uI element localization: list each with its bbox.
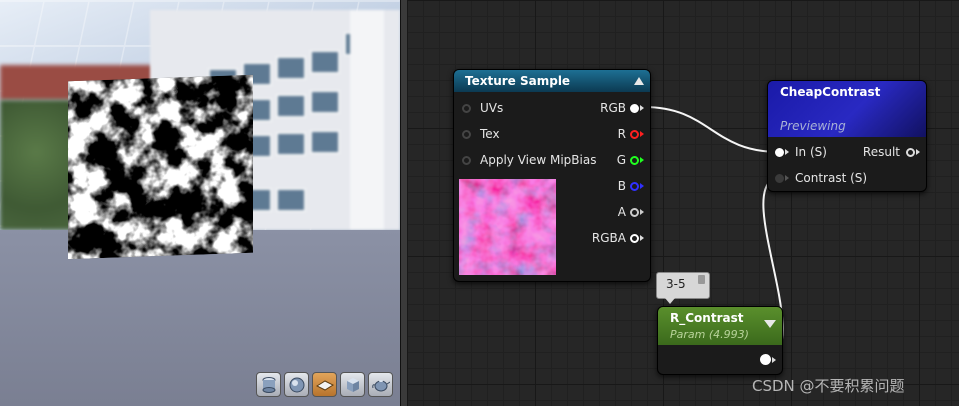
pin-label: Tex (480, 127, 500, 141)
texture-sample-header[interactable]: Texture Sample (454, 70, 650, 92)
texture-sample-title: Texture Sample (465, 74, 571, 88)
input-pin-tex[interactable]: Tex (462, 127, 500, 141)
cube-preview-button[interactable] (340, 372, 365, 397)
watermark: CSDN @不要积累问题 (752, 377, 905, 395)
pin-icon[interactable] (630, 129, 639, 139)
comment-pin-icon[interactable] (698, 275, 705, 284)
pin-label: R (617, 127, 626, 141)
plane-icon (315, 379, 334, 391)
output-pin-b[interactable]: B (618, 179, 644, 193)
pin-icon[interactable] (462, 155, 471, 165)
pin-label: RGBA (591, 231, 626, 245)
pin-icon[interactable] (630, 181, 639, 191)
pin-icon[interactable] (775, 147, 784, 157)
pin-label: Apply View MipBias (480, 153, 597, 167)
pin-label: A (617, 205, 626, 219)
pin-label: B (617, 179, 626, 193)
collapse-triangle-icon[interactable] (764, 320, 776, 328)
preview-shape-toolbar (256, 372, 393, 397)
cylinder-icon (262, 376, 275, 393)
r-contrast-title: R_Contrast (670, 311, 744, 325)
output-pin-r[interactable]: R (618, 127, 644, 141)
plane-preview-button[interactable] (312, 372, 337, 397)
collapse-triangle-icon[interactable] (634, 77, 644, 85)
input-pin-uvs[interactable]: UVs (462, 101, 503, 115)
texture-thumbnail (459, 179, 556, 275)
pin-label: UVs (480, 101, 504, 115)
output-pin-a[interactable]: A (618, 205, 644, 219)
previewing-label: Previewing (780, 119, 846, 133)
pin-icon[interactable] (630, 103, 639, 113)
pin-icon[interactable] (630, 155, 639, 165)
pin-icon[interactable] (630, 207, 639, 217)
output-pin-rgba[interactable]: RGBA (592, 231, 644, 245)
input-pin-contrast[interactable]: Contrast (S) (775, 171, 867, 185)
pin-label: Contrast (S) (795, 171, 868, 185)
texture-sample-node[interactable]: Texture Sample UVs Tex Apply View MipBia… (453, 69, 651, 282)
pin-label: G (616, 153, 626, 167)
comment-text: 3-5 (666, 277, 686, 291)
preview-viewport[interactable] (0, 0, 400, 406)
input-pin-in[interactable]: In (S) (775, 145, 827, 159)
output-pin-rgb[interactable]: RGB (600, 101, 644, 115)
r-contrast-header[interactable]: R_Contrast Param (4.993) (658, 307, 782, 345)
pin-icon[interactable] (462, 103, 471, 113)
output-pin-g[interactable]: G (617, 153, 644, 167)
comment-bubble[interactable]: 3-5 (656, 272, 710, 304)
teapot-icon (371, 379, 390, 391)
cheap-contrast-header[interactable]: CheapContrast Previewing (768, 81, 926, 137)
pin-icon[interactable] (630, 233, 639, 243)
input-pin-apply-view-mipbias[interactable]: Apply View MipBias (462, 153, 596, 167)
cheap-contrast-title: CheapContrast (780, 85, 881, 99)
sphere-icon (289, 377, 304, 392)
pin-label: RGB (600, 101, 626, 115)
preview-plane-mesh (68, 74, 253, 260)
r-contrast-param-node[interactable]: R_Contrast Param (4.993) (657, 306, 783, 375)
sphere-preview-button[interactable] (284, 372, 309, 397)
pin-icon[interactable] (760, 354, 771, 365)
pin-icon[interactable] (906, 147, 915, 157)
r-contrast-param-value: Param (4.993) (670, 328, 749, 341)
teapot-preview-button[interactable] (368, 372, 393, 397)
pin-label: In (S) (795, 145, 827, 159)
output-pin-value[interactable] (760, 354, 776, 365)
pin-label: Result (862, 145, 900, 159)
output-pin-result[interactable]: Result (863, 145, 920, 159)
cylinder-preview-button[interactable] (256, 372, 281, 397)
pin-icon[interactable] (462, 129, 471, 139)
cheap-contrast-node[interactable]: CheapContrast Previewing In (S) Contrast… (767, 80, 927, 192)
cube-icon (346, 377, 359, 392)
pin-icon[interactable] (775, 173, 784, 183)
